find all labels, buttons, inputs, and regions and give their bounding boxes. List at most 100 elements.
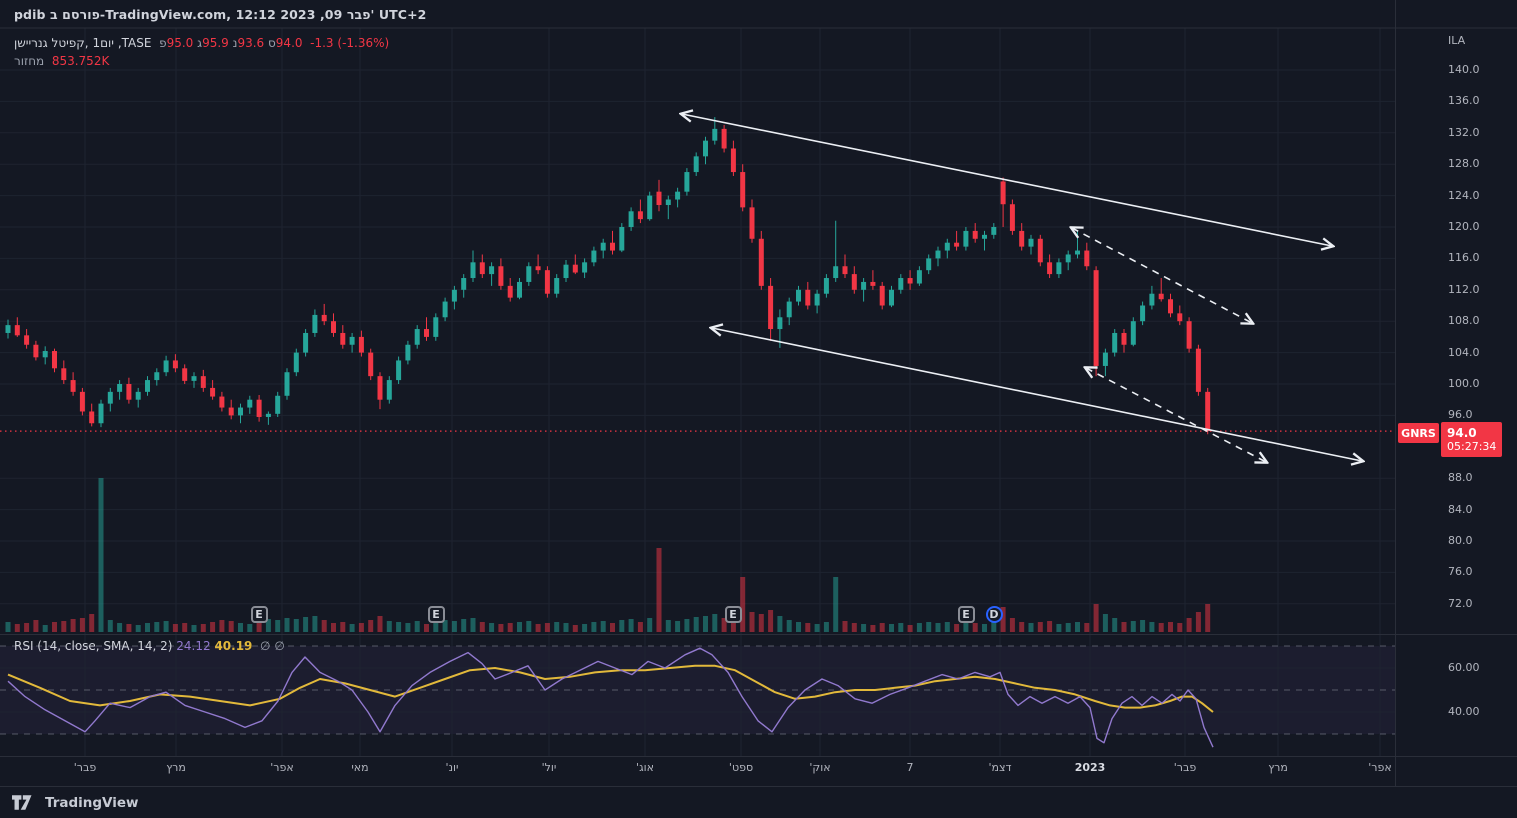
- price-axis-label: 80.0: [1448, 534, 1473, 547]
- candle-body: [1047, 262, 1053, 275]
- candle-body: [498, 266, 504, 286]
- volume-bar: [870, 625, 876, 632]
- volume-bar: [833, 577, 839, 632]
- candle-body: [70, 380, 76, 392]
- candle-body: [238, 407, 243, 416]
- volume-bar: [1102, 614, 1108, 632]
- volume-bar: [879, 623, 885, 632]
- volume-bar: [805, 623, 811, 632]
- volume-bar: [935, 623, 941, 632]
- volume-bar: [656, 548, 662, 632]
- volume-bar: [1112, 618, 1118, 632]
- earnings-badge[interactable]: E: [957, 606, 975, 623]
- rsi-axis-label: 40.00: [1448, 705, 1480, 718]
- candle-body: [312, 314, 318, 333]
- symbol-legend[interactable]: גנריישן קפיטל, 1יום ,TASE פ95.0 ג95.9 נ9…: [14, 36, 389, 50]
- candle-body: [507, 285, 513, 298]
- volume-bar: [368, 620, 374, 632]
- legend-segment: 95.9: [202, 36, 229, 50]
- candle-body: [963, 230, 969, 247]
- legend-segment: 1יום: [92, 36, 114, 50]
- candle-body: [1009, 204, 1015, 231]
- candle-body: [805, 289, 811, 306]
- publish-attribution: pdib ב פורסם-TradingView.com, 12:12 2023…: [14, 7, 426, 22]
- earnings-badge[interactable]: E: [724, 606, 742, 623]
- volume-bar: [991, 622, 997, 632]
- candle-body: [907, 278, 913, 284]
- volume-bar: [117, 623, 123, 632]
- candle-body: [954, 242, 960, 247]
- volume-bar: [572, 625, 578, 632]
- price-axis-label: 100.0: [1448, 377, 1480, 390]
- candle-body: [619, 227, 625, 251]
- candle-body: [944, 242, 950, 251]
- candle-body: [1093, 270, 1099, 366]
- volume-segment: [44, 54, 52, 68]
- candle-body: [210, 387, 216, 397]
- candle-body: [61, 368, 67, 381]
- candle-body: [293, 352, 299, 373]
- candle-body: [1130, 321, 1136, 345]
- candle-body: [730, 148, 736, 173]
- dashed-trend-arrow: [1072, 228, 1252, 323]
- volume-legend[interactable]: מחזור 853.752K: [14, 54, 109, 68]
- volume-bar: [823, 622, 829, 632]
- tradingview-logo-icon[interactable]: [12, 794, 38, 811]
- candle-body: [982, 234, 987, 239]
- volume-bar: [358, 623, 364, 632]
- volume-bar: [554, 622, 560, 632]
- legend-segment: 95.0: [166, 36, 194, 50]
- earnings-badge[interactable]: E: [427, 606, 445, 623]
- earnings-badge[interactable]: E: [250, 606, 268, 623]
- rsi-indicator-legend[interactable]: RSI (14, close, SMA, 14, 2) 24.12 40.19 …: [14, 639, 285, 653]
- candle-body: [1065, 254, 1071, 263]
- candle-body: [786, 301, 792, 318]
- price-axis-label: 116.0: [1448, 251, 1480, 265]
- volume-segment: מחזור: [14, 54, 45, 68]
- candle-body: [693, 156, 699, 173]
- candle-body: [526, 266, 532, 282]
- candle-body: [898, 278, 904, 290]
- tradingview-brand-text[interactable]: TradingView: [45, 795, 139, 811]
- candle-body: [870, 281, 876, 286]
- candle-body: [842, 266, 848, 275]
- candle-body: [796, 289, 801, 302]
- attribution-segment: -TradingView.com, 12:12 2023 ,09: [99, 7, 347, 22]
- price-axis-label: 72.0: [1448, 596, 1473, 610]
- candle-body: [554, 278, 560, 294]
- candle-body: [1186, 321, 1192, 349]
- volume-bar: [637, 622, 643, 632]
- trend-lines[interactable]: [682, 114, 1362, 462]
- candle-body: [42, 351, 48, 358]
- price-axis-label: 132.0: [1448, 125, 1480, 139]
- volume-bar: [70, 619, 76, 632]
- volume-bar: [1195, 612, 1201, 632]
- candle-body: [340, 332, 346, 345]
- ticker-price-flag[interactable]: GNRS: [1398, 423, 1439, 443]
- price-axis-label: 88.0: [1448, 471, 1473, 485]
- candle-body: [749, 207, 755, 239]
- volume-bar: [1158, 623, 1164, 632]
- candle-body: [758, 238, 764, 286]
- time-axis-label: 7: [906, 761, 914, 774]
- candle-body: [610, 242, 615, 251]
- volume-bar: [1028, 623, 1034, 632]
- volume-bar: [619, 620, 625, 632]
- candle-body: [368, 352, 374, 377]
- dividend-badge[interactable]: D: [985, 606, 1003, 623]
- candle-body: [14, 325, 20, 336]
- candle-body: [24, 335, 30, 345]
- candle-body: [861, 281, 867, 290]
- legend-segment: פ: [159, 36, 167, 50]
- candle-body: [926, 258, 932, 271]
- volume-bar: [349, 624, 355, 632]
- chart-canvas[interactable]: [0, 0, 1517, 818]
- volume-bar: [489, 623, 495, 632]
- volume-bar: [563, 623, 569, 632]
- last-price-label[interactable]: 94.0 05:27:34: [1441, 422, 1502, 457]
- candle-body: [1149, 293, 1155, 306]
- candle-body: [628, 211, 634, 227]
- volume-bar: [861, 624, 867, 632]
- legend-segment: גנריישן: [14, 36, 48, 50]
- volume-bar: [200, 624, 206, 632]
